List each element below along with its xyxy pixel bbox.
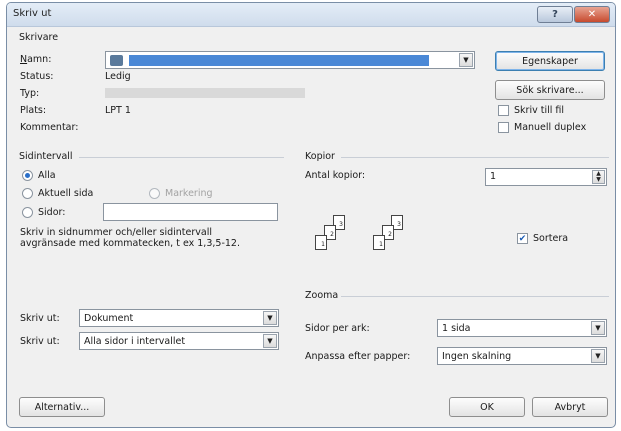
properties-button[interactable]: Egenskaper	[495, 51, 605, 71]
page-range-selection-radio[interactable]	[149, 188, 160, 199]
print-what-label: Skriv ut:	[20, 313, 60, 324]
zoom-divider	[341, 296, 609, 297]
printer-icon	[110, 54, 123, 66]
copies-spinner[interactable]: ▲ ▼	[592, 170, 605, 184]
page-range-all-label: Alla	[38, 170, 56, 181]
options-button[interactable]: Alternativ...	[19, 397, 105, 417]
page-range-hint-line1: Skriv in sidnummer och/eller sidinterval…	[20, 227, 212, 238]
printer-type-label: Typ:	[20, 88, 40, 99]
checkmark-icon: ✔	[518, 233, 527, 244]
ok-button[interactable]: OK	[449, 397, 525, 417]
zoom-group-title: Zooma	[305, 290, 343, 301]
print-range-select[interactable]: Alla sidor i intervallet ▼	[79, 332, 279, 350]
print-dialog: Skriv ut ? ✕ Skrivare Namn: ▼ Status: Le…	[6, 2, 616, 428]
page-range-all-radio[interactable]	[22, 170, 33, 181]
chevron-down-icon[interactable]: ▼	[459, 53, 473, 67]
collate-page-1: 1	[315, 235, 327, 250]
printer-group-title: Skrivare	[19, 32, 63, 43]
help-icon: ?	[552, 9, 558, 20]
print-to-file-checkbox[interactable]	[498, 105, 509, 116]
collate-illustration-2: 3 2 1	[373, 215, 413, 265]
page-range-current-label: Aktuell sida	[38, 188, 94, 199]
page-range-divider	[79, 157, 284, 158]
printer-location-value: LPT 1	[105, 105, 131, 116]
printer-comment-label: Kommentar:	[20, 122, 79, 133]
cancel-button[interactable]: Avbryt	[532, 397, 608, 417]
printer-status-label: Status:	[20, 71, 54, 82]
printer-status-value: Ledig	[105, 71, 131, 82]
scale-select[interactable]: Ingen skalning ▼	[437, 347, 607, 365]
manual-duplex-label: Manuell duplex	[514, 122, 587, 133]
copies-divider	[341, 157, 609, 158]
chevron-down-icon[interactable]: ▼	[263, 334, 277, 348]
printer-name-label: Namn:	[20, 54, 52, 65]
print-what-select[interactable]: Dokument ▼	[79, 309, 279, 327]
scale-value: Ingen skalning	[442, 350, 512, 362]
page-range-pages-label: Sidor:	[38, 207, 66, 218]
copies-count-value: 1	[490, 171, 497, 182]
collate-illustration-1: 3 2 1	[315, 215, 355, 265]
chevron-down-icon[interactable]: ▼	[263, 311, 277, 325]
page-range-selection-label: Markering	[165, 188, 213, 199]
copies-count-label: Antal kopior:	[305, 170, 366, 181]
print-to-file-label: Skriv till fil	[514, 105, 565, 116]
close-icon: ✕	[587, 9, 597, 20]
printer-name-select[interactable]: ▼	[105, 51, 475, 69]
page-range-pages-input[interactable]	[103, 203, 278, 221]
page-range-current-radio[interactable]	[22, 188, 33, 199]
scale-label: Anpassa efter papper:	[305, 351, 411, 362]
chevron-down-icon[interactable]: ▼	[591, 349, 605, 363]
pages-per-sheet-label: Sidor per ark:	[305, 323, 370, 334]
close-button[interactable]: ✕	[574, 6, 610, 23]
help-button[interactable]: ?	[537, 6, 573, 23]
title-bar: Skriv ut ? ✕	[7, 3, 615, 27]
copies-group-title: Kopior	[305, 151, 339, 162]
pages-per-sheet-select[interactable]: 1 sida ▼	[437, 319, 607, 337]
pages-per-sheet-value: 1 sida	[442, 322, 471, 334]
collate-checkbox[interactable]: ✔	[517, 233, 528, 244]
print-what-value: Dokument	[84, 312, 134, 324]
copies-count-input[interactable]: 1 ▲ ▼	[485, 168, 607, 186]
page-range-group-title: Sidintervall	[19, 151, 77, 162]
find-printer-button[interactable]: Sök skrivare...	[495, 80, 605, 100]
print-range-label: Skriv ut:	[20, 336, 60, 347]
collate-label: Sortera	[533, 233, 569, 244]
chevron-down-icon[interactable]: ▼	[591, 321, 605, 335]
printer-location-label: Plats:	[20, 105, 47, 116]
collate-page-1b: 1	[373, 235, 385, 250]
print-range-value: Alla sidor i intervallet	[84, 335, 186, 347]
manual-duplex-checkbox[interactable]	[498, 122, 509, 133]
window-title: Skriv ut	[13, 8, 52, 19]
page-range-pages-radio[interactable]	[22, 207, 33, 218]
printer-name-selected	[129, 54, 429, 66]
page-range-hint-line2: avgränsade med kommatecken, t ex 1,3,5-1…	[20, 238, 240, 249]
printer-type-value	[105, 88, 305, 98]
